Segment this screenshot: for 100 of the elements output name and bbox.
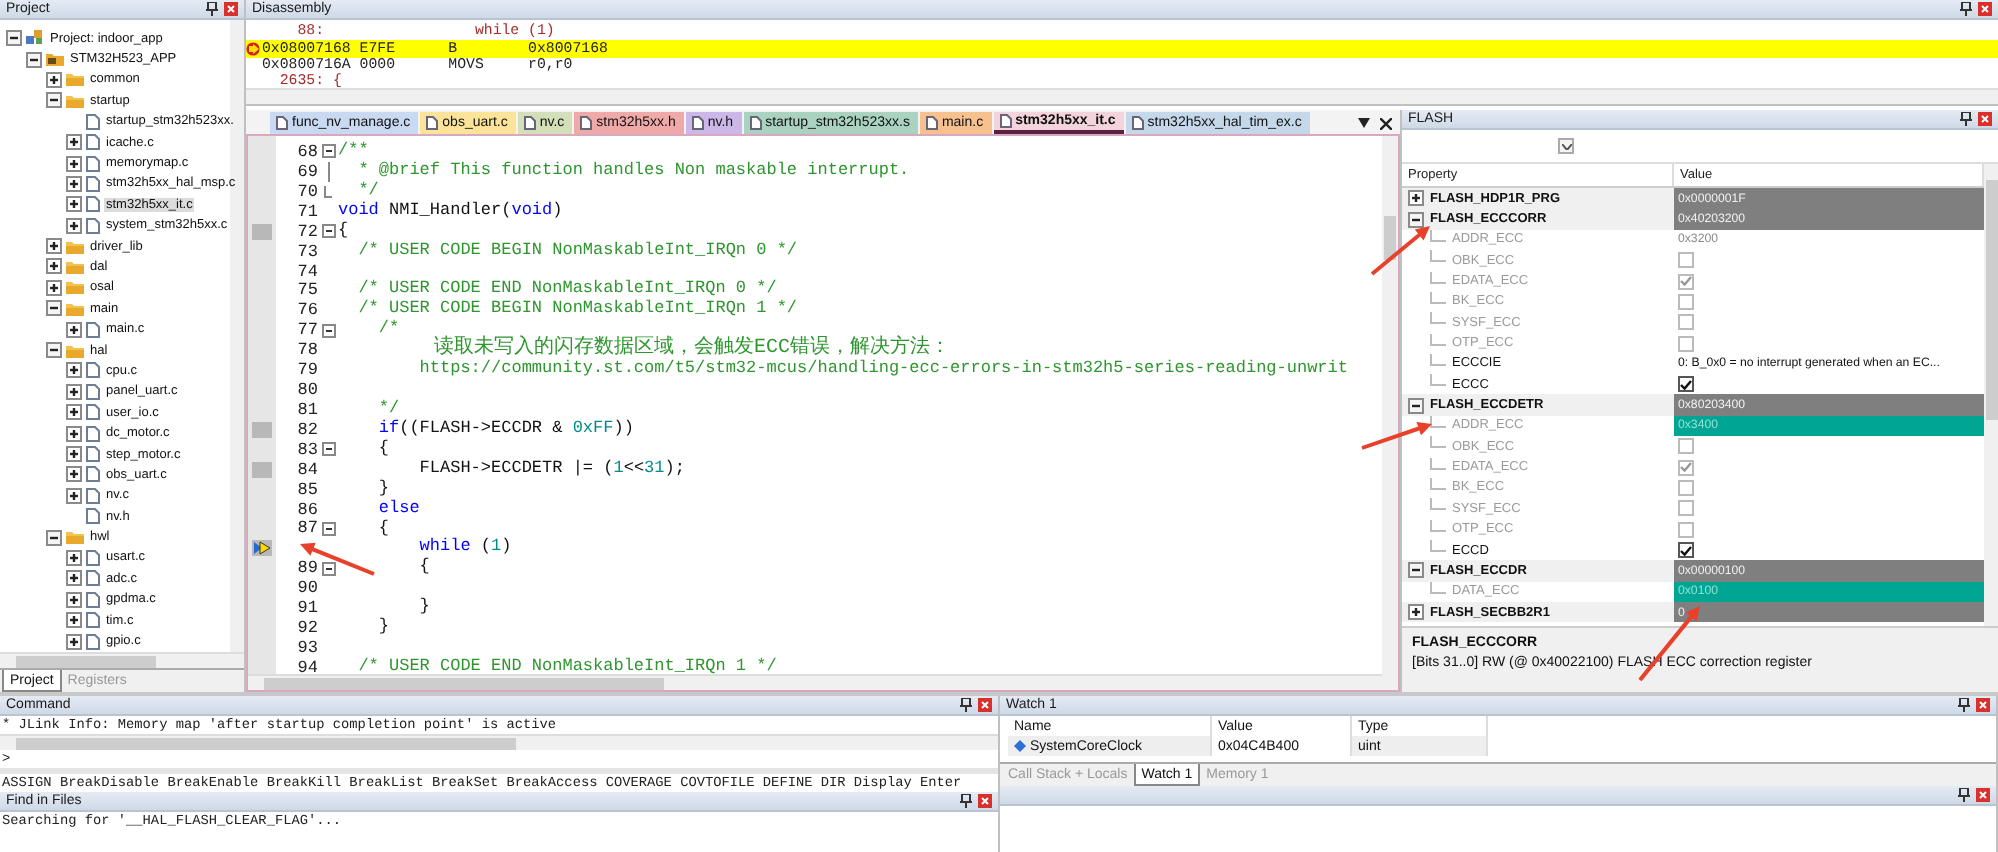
expand-icon[interactable] bbox=[66, 134, 82, 151]
checkbox[interactable] bbox=[1678, 479, 1694, 496]
pin-icon[interactable] bbox=[1958, 788, 1970, 802]
collapse-icon[interactable] bbox=[1408, 211, 1424, 228]
expand-icon[interactable] bbox=[66, 321, 82, 338]
checkbox[interactable] bbox=[1678, 500, 1694, 517]
project-icon bbox=[26, 30, 44, 47]
code-line: */ bbox=[356, 181, 379, 201]
expand-icon[interactable] bbox=[66, 196, 82, 213]
pin-icon[interactable] bbox=[1960, 2, 1972, 16]
expand-icon[interactable] bbox=[66, 155, 82, 172]
code-line: */ bbox=[376, 399, 400, 419]
folder-icon bbox=[46, 52, 64, 67]
file-icon bbox=[691, 116, 704, 130]
folder-icon bbox=[66, 280, 84, 295]
expand-icon[interactable] bbox=[46, 279, 62, 296]
annotation-arrow bbox=[1370, 226, 1430, 276]
line-number: 73 bbox=[297, 241, 318, 262]
expand-icon[interactable] bbox=[66, 425, 82, 442]
expand-icon[interactable] bbox=[66, 446, 82, 462]
file-icon bbox=[1131, 116, 1144, 130]
pin-icon[interactable] bbox=[960, 794, 972, 808]
expand-icon[interactable] bbox=[46, 71, 62, 88]
line-number: 75 bbox=[297, 280, 318, 301]
dropdown-icon[interactable] bbox=[1358, 118, 1370, 128]
fold-icon[interactable] bbox=[321, 144, 335, 159]
expand-icon[interactable] bbox=[66, 404, 82, 421]
folder-icon bbox=[66, 239, 84, 254]
line-number: 86 bbox=[297, 499, 318, 520]
expand-icon[interactable] bbox=[46, 258, 62, 275]
close-icon[interactable] bbox=[1380, 117, 1392, 129]
collapse-icon[interactable] bbox=[46, 92, 62, 109]
line-number: 81 bbox=[297, 399, 318, 420]
code-line: FLASH->ECCDETR |= (1<<31); bbox=[417, 459, 685, 480]
checkbox[interactable] bbox=[1678, 521, 1694, 538]
code-line: 读取未写入的闪存数据区域，会触发ECC错误，解决方法： bbox=[434, 340, 951, 361]
expand-icon[interactable] bbox=[66, 487, 82, 504]
pin-icon[interactable] bbox=[960, 698, 972, 712]
fold-icon[interactable] bbox=[321, 224, 335, 239]
expand-icon[interactable] bbox=[66, 466, 82, 483]
collapse-icon[interactable] bbox=[46, 342, 62, 359]
expand-icon[interactable] bbox=[66, 175, 82, 192]
expand-icon[interactable] bbox=[66, 570, 82, 587]
collapse-icon[interactable] bbox=[46, 300, 62, 317]
line-number: 70 bbox=[297, 181, 318, 202]
annotation-arrow bbox=[1361, 422, 1432, 450]
expand-icon[interactable] bbox=[66, 591, 82, 608]
code-line: /** bbox=[338, 142, 369, 161]
line-number: 87 bbox=[297, 518, 318, 539]
line-number: 85 bbox=[297, 479, 318, 500]
expand-icon[interactable] bbox=[66, 612, 82, 629]
line-number: 76 bbox=[297, 300, 318, 321]
dropdown-button[interactable] bbox=[1558, 138, 1574, 154]
collapse-icon[interactable] bbox=[26, 51, 42, 68]
expand-icon[interactable] bbox=[66, 549, 82, 566]
expand-icon[interactable] bbox=[66, 383, 82, 400]
fold-icon[interactable] bbox=[321, 323, 335, 338]
checkbox[interactable] bbox=[1678, 438, 1694, 455]
pin-icon[interactable] bbox=[1960, 112, 1972, 126]
collapse-icon[interactable] bbox=[1408, 397, 1424, 414]
collapse-icon[interactable] bbox=[46, 529, 62, 546]
line-number: 78 bbox=[297, 340, 318, 361]
checkbox[interactable] bbox=[1678, 376, 1694, 393]
line-number: 72 bbox=[297, 221, 318, 242]
code-line: } bbox=[376, 618, 390, 639]
pin-icon[interactable] bbox=[206, 2, 218, 16]
fold-icon[interactable] bbox=[321, 442, 335, 457]
checkbox[interactable] bbox=[1678, 293, 1694, 310]
expand-icon[interactable] bbox=[1408, 604, 1424, 621]
folder-icon bbox=[66, 343, 84, 358]
code-line: else bbox=[376, 499, 420, 519]
checkbox[interactable] bbox=[1678, 459, 1694, 476]
fold-icon[interactable] bbox=[321, 521, 335, 536]
line-number: 84 bbox=[297, 459, 318, 480]
code-line: if((FLASH->ECCDR & 0xFF)) bbox=[376, 419, 634, 439]
checkbox[interactable] bbox=[1678, 335, 1694, 352]
variable-icon bbox=[1014, 740, 1026, 752]
annotation-arrow bbox=[300, 542, 375, 576]
expand-icon[interactable] bbox=[66, 633, 82, 650]
line-number: 89 bbox=[297, 558, 318, 579]
folder-icon bbox=[66, 530, 84, 545]
line-number: 82 bbox=[297, 419, 318, 440]
checkbox[interactable] bbox=[1678, 314, 1694, 331]
collapse-icon[interactable] bbox=[1408, 562, 1424, 579]
collapse-icon[interactable] bbox=[6, 30, 22, 47]
code-line: /* USER CODE END NonMaskableInt_IRQn 1 */ bbox=[356, 657, 777, 674]
checkbox[interactable] bbox=[1678, 542, 1694, 559]
line-number: 79 bbox=[297, 360, 318, 381]
expand-icon[interactable] bbox=[46, 238, 62, 255]
expand-icon[interactable] bbox=[66, 362, 82, 379]
checkbox[interactable] bbox=[1678, 273, 1694, 290]
fold-icon[interactable] bbox=[321, 561, 335, 576]
file-icon bbox=[276, 116, 288, 130]
code-line: * @brief This function handles Non maskable interrupt. bbox=[356, 161, 910, 181]
pin-icon[interactable] bbox=[1958, 698, 1970, 712]
line-number: 68 bbox=[297, 141, 318, 162]
line-number: 77 bbox=[297, 320, 318, 341]
checkbox[interactable] bbox=[1678, 252, 1694, 269]
expand-icon[interactable] bbox=[1408, 190, 1424, 207]
expand-icon[interactable] bbox=[66, 217, 82, 234]
